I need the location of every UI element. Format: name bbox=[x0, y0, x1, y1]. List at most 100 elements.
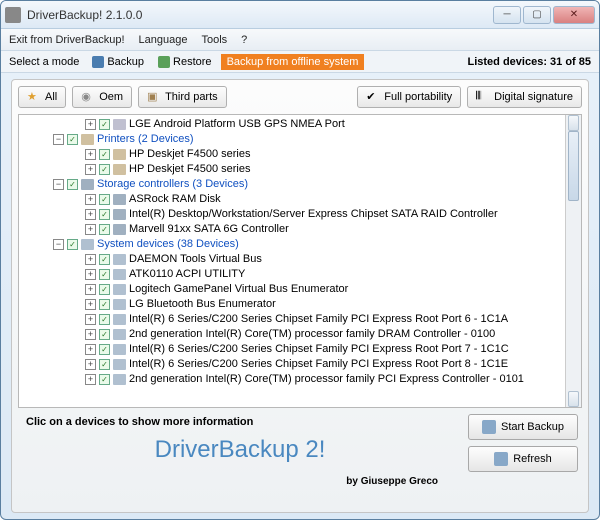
expand-icon[interactable]: + bbox=[85, 254, 96, 265]
tree-item-label: Marvell 91xx SATA 6G Controller bbox=[129, 222, 289, 237]
tree-item[interactable]: +✓ Marvell 91xx SATA 6G Controller bbox=[19, 222, 581, 237]
menu-language[interactable]: Language bbox=[139, 34, 188, 46]
scrollbar-thumb[interactable] bbox=[568, 131, 579, 201]
checkbox[interactable]: ✓ bbox=[99, 374, 110, 385]
tree-item[interactable]: +✓ DAEMON Tools Virtual Bus bbox=[19, 252, 581, 267]
app-window: DriverBackup! 2.1.0.0 ─ ▢ ✕ Exit from Dr… bbox=[0, 0, 600, 520]
mode-restore[interactable]: Restore bbox=[153, 55, 217, 69]
checkbox[interactable]: ✓ bbox=[99, 149, 110, 160]
refresh-icon bbox=[494, 452, 508, 466]
checkbox[interactable]: ✓ bbox=[99, 194, 110, 205]
tree-item[interactable]: +✓ HP Deskjet F4500 series bbox=[19, 162, 581, 177]
device-icon bbox=[113, 374, 126, 385]
checkbox[interactable]: ✓ bbox=[99, 314, 110, 325]
checkbox[interactable]: ✓ bbox=[99, 164, 110, 175]
expand-icon[interactable]: − bbox=[53, 134, 64, 145]
tree-item[interactable]: +✓LGE Android Platform USB GPS NMEA Port bbox=[19, 117, 581, 132]
refresh-button[interactable]: Refresh bbox=[468, 446, 578, 472]
tree-item-label: 2nd generation Intel(R) Core(TM) process… bbox=[129, 327, 495, 342]
tree-item-label: Intel(R) 6 Series/C200 Series Chipset Fa… bbox=[129, 357, 508, 372]
checkbox[interactable]: ✓ bbox=[67, 179, 78, 190]
expand-icon[interactable]: + bbox=[85, 209, 96, 220]
tree-item[interactable]: +✓Intel(R) 6 Series/C200 Series Chipset … bbox=[19, 312, 581, 327]
author-label: by Giuseppe Greco bbox=[22, 476, 458, 487]
tree-item[interactable]: +✓Logitech GamePanel Virtual Bus Enumera… bbox=[19, 282, 581, 297]
restore-icon bbox=[158, 56, 170, 68]
app-icon bbox=[5, 7, 21, 23]
menu-help[interactable]: ? bbox=[241, 34, 247, 46]
window-title: DriverBackup! 2.1.0.0 bbox=[27, 8, 493, 22]
tree-item[interactable]: +✓ Intel(R) 6 Series/C200 Series Chipset … bbox=[19, 342, 581, 357]
checkbox[interactable]: ✓ bbox=[99, 224, 110, 235]
checkbox[interactable]: ✓ bbox=[99, 284, 110, 295]
checkbox[interactable]: ✓ bbox=[99, 299, 110, 310]
device-icon bbox=[113, 329, 126, 340]
expand-icon[interactable]: + bbox=[85, 194, 96, 205]
expand-icon[interactable]: + bbox=[85, 164, 96, 175]
tree-item-label: Intel(R) 6 Series/C200 Series Chipset Fa… bbox=[129, 342, 509, 357]
device-icon bbox=[113, 194, 126, 205]
checkbox[interactable]: ✓ bbox=[99, 119, 110, 130]
tree-item-label: HP Deskjet F4500 series bbox=[129, 162, 250, 177]
barcode-icon: 𝄃𝄃 bbox=[476, 90, 490, 104]
maximize-button[interactable]: ▢ bbox=[523, 6, 551, 24]
checkbox[interactable]: ✓ bbox=[99, 209, 110, 220]
tree-category[interactable]: −✓System devices (38 Devices) bbox=[19, 237, 581, 252]
expand-icon[interactable]: + bbox=[85, 359, 96, 370]
checkbox[interactable]: ✓ bbox=[67, 239, 78, 250]
expand-icon[interactable]: + bbox=[85, 149, 96, 160]
mode-label: Select a mode bbox=[9, 56, 79, 68]
device-icon bbox=[113, 164, 126, 175]
filter-oem[interactable]: ◉Oem bbox=[72, 86, 132, 108]
tree-item[interactable]: +✓HP Deskjet F4500 series bbox=[19, 147, 581, 162]
checkbox[interactable]: ✓ bbox=[99, 329, 110, 340]
filter-portability[interactable]: ✔Full portability bbox=[357, 86, 461, 108]
tree-item[interactable]: +✓2nd generation Intel(R) Core(TM) proce… bbox=[19, 372, 581, 387]
tree-item[interactable]: +✓LG Bluetooth Bus Enumerator bbox=[19, 297, 581, 312]
tree-item[interactable]: +✓ASRock RAM Disk bbox=[19, 192, 581, 207]
menu-exit[interactable]: Exit from DriverBackup! bbox=[9, 34, 125, 46]
tree-item[interactable]: +✓Intel(R) Desktop/Workstation/Server Ex… bbox=[19, 207, 581, 222]
start-backup-button[interactable]: Start Backup bbox=[468, 414, 578, 440]
checkbox[interactable]: ✓ bbox=[67, 134, 78, 145]
checkbox[interactable]: ✓ bbox=[99, 344, 110, 355]
device-icon bbox=[81, 134, 94, 145]
menu-tools[interactable]: Tools bbox=[201, 34, 227, 46]
filter-third[interactable]: ▣Third parts bbox=[138, 86, 227, 108]
tree-item-label: DAEMON Tools Virtual Bus bbox=[129, 252, 262, 267]
mode-offline[interactable]: Backup from offline system bbox=[221, 54, 365, 70]
star-icon: ★ bbox=[27, 90, 41, 104]
scrollbar[interactable] bbox=[565, 115, 581, 407]
tree-item[interactable]: +✓ Intel(R) 6 Series/C200 Series Chipset … bbox=[19, 357, 581, 372]
expand-icon[interactable]: + bbox=[85, 329, 96, 340]
expand-icon[interactable]: + bbox=[85, 119, 96, 130]
start-icon bbox=[482, 420, 496, 434]
filter-all[interactable]: ★All bbox=[18, 86, 66, 108]
device-icon bbox=[113, 344, 126, 355]
titlebar[interactable]: DriverBackup! 2.1.0.0 ─ ▢ ✕ bbox=[1, 1, 599, 29]
tree-category[interactable]: −✓ Storage controllers (3 Devices) bbox=[19, 177, 581, 192]
device-icon bbox=[113, 359, 126, 370]
close-button[interactable]: ✕ bbox=[553, 6, 595, 24]
expand-icon[interactable]: + bbox=[85, 299, 96, 310]
expand-icon[interactable]: − bbox=[53, 239, 64, 250]
tree-item-label: Storage controllers (3 Devices) bbox=[97, 177, 248, 192]
device-icon bbox=[81, 239, 94, 250]
device-tree[interactable]: +✓LGE Android Platform USB GPS NMEA Port… bbox=[18, 114, 582, 408]
expand-icon[interactable]: + bbox=[85, 284, 96, 295]
minimize-button[interactable]: ─ bbox=[493, 6, 521, 24]
filter-signature[interactable]: 𝄃𝄃Digital signature bbox=[467, 86, 582, 108]
tree-item[interactable]: +✓ATK0110 ACPI UTILITY bbox=[19, 267, 581, 282]
expand-icon[interactable]: + bbox=[85, 344, 96, 355]
expand-icon[interactable]: − bbox=[53, 179, 64, 190]
mode-backup[interactable]: Backup bbox=[87, 55, 149, 69]
checkbox[interactable]: ✓ bbox=[99, 269, 110, 280]
expand-icon[interactable]: + bbox=[85, 224, 96, 235]
expand-icon[interactable]: + bbox=[85, 314, 96, 325]
expand-icon[interactable]: + bbox=[85, 374, 96, 385]
expand-icon[interactable]: + bbox=[85, 269, 96, 280]
checkbox[interactable]: ✓ bbox=[99, 359, 110, 370]
tree-category[interactable]: −✓Printers (2 Devices) bbox=[19, 132, 581, 147]
tree-item[interactable]: +✓ 2nd generation Intel(R) Core(TM) proce… bbox=[19, 327, 581, 342]
checkbox[interactable]: ✓ bbox=[99, 254, 110, 265]
